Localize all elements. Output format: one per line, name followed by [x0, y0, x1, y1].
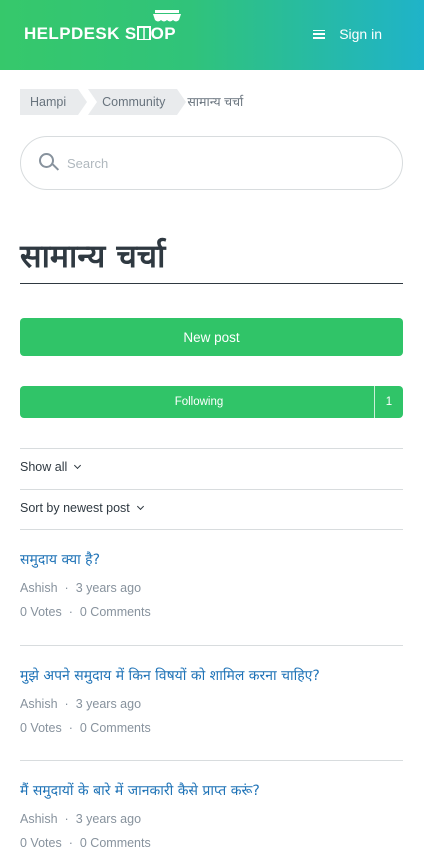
following-label: Following — [174, 396, 224, 408]
sort-label: Sort by newest post — [20, 501, 130, 515]
page-title: सामान्य चर्चा — [20, 237, 166, 275]
post-stats: 0 Votes · 0 Comments — [20, 836, 151, 850]
post-time: 3 years ago — [75, 581, 142, 595]
show-all-label: Show all — [20, 460, 68, 474]
post-author: Ashish — [20, 697, 58, 711]
following-button[interactable]: Following 1 — [20, 386, 403, 418]
divider — [20, 448, 403, 449]
new-post-button[interactable]: New post — [20, 318, 403, 356]
chevron-down-icon — [74, 461, 82, 470]
logo-text-part1: HELPDESK S — [24, 24, 137, 43]
breadcrumb: Hampi Community सामान्य चर्चा — [20, 89, 243, 115]
post-comments: 0 Comments — [79, 605, 151, 619]
chevron-down-icon — [136, 502, 144, 511]
list-item: मैं समुदायों के बारे में जानकारी कैसे प्… — [20, 781, 403, 851]
breadcrumb-item-current: सामान्य चर्चा — [187, 95, 244, 109]
breadcrumb-item-community[interactable]: Community — [88, 89, 187, 115]
hamburger-menu-icon[interactable] — [313, 29, 326, 39]
show-all-filter[interactable]: Show all — [20, 460, 82, 474]
post-meta: Ashish · 3 years ago — [20, 812, 142, 826]
search-icon — [39, 153, 60, 173]
sort-filter[interactable]: Sort by newest post — [20, 501, 144, 515]
header-nav: Sign in — [313, 26, 382, 42]
post-time: 3 years ago — [75, 697, 142, 711]
site-header: HELPDESK S OP Sign in — [0, 0, 424, 70]
search-input[interactable] — [67, 155, 367, 171]
post-votes: 0 Votes — [20, 836, 62, 850]
divider — [20, 760, 403, 761]
post-meta: Ashish · 3 years ago — [20, 697, 142, 711]
logo-shop-mark — [136, 10, 181, 44]
shop-awning-icon — [152, 10, 181, 22]
divider — [20, 529, 403, 530]
post-meta: Ashish · 3 years ago — [20, 581, 142, 595]
post-time: 3 years ago — [75, 812, 142, 826]
shop-door-icon — [136, 26, 151, 41]
list-item: समुदाय क्या है? Ashish · 3 years ago 0 Vot… — [20, 550, 403, 620]
post-comments: 0 Comments — [79, 721, 151, 735]
divider — [20, 489, 403, 490]
helpdesk-shop-logo[interactable]: HELPDESK S OP — [24, 10, 181, 50]
title-divider — [20, 283, 403, 284]
post-author: Ashish — [20, 812, 58, 826]
post-stats: 0 Votes · 0 Comments — [20, 721, 151, 735]
sign-in-link[interactable]: Sign in — [339, 26, 382, 42]
post-votes: 0 Votes — [20, 605, 62, 619]
follower-count: 1 — [374, 386, 403, 418]
post-votes: 0 Votes — [20, 721, 62, 735]
post-comments: 0 Comments — [79, 836, 151, 850]
post-title-link[interactable]: मैं समुदायों के बारे में जानकारी कैसे प्… — [20, 781, 403, 801]
divider — [20, 645, 403, 646]
post-stats: 0 Votes · 0 Comments — [20, 605, 151, 619]
post-author: Ashish — [20, 581, 58, 595]
post-title-link[interactable]: समुदाय क्या है? — [20, 550, 403, 570]
logo-text-part2: OP — [150, 24, 177, 43]
search-box — [20, 136, 403, 190]
post-title-link[interactable]: मुझे अपने समुदाय में किन विषयों को शामिल… — [20, 666, 403, 686]
list-item: मुझे अपने समुदाय में किन विषयों को शामिल… — [20, 666, 403, 736]
breadcrumb-item-hampi[interactable]: Hampi — [20, 89, 88, 115]
